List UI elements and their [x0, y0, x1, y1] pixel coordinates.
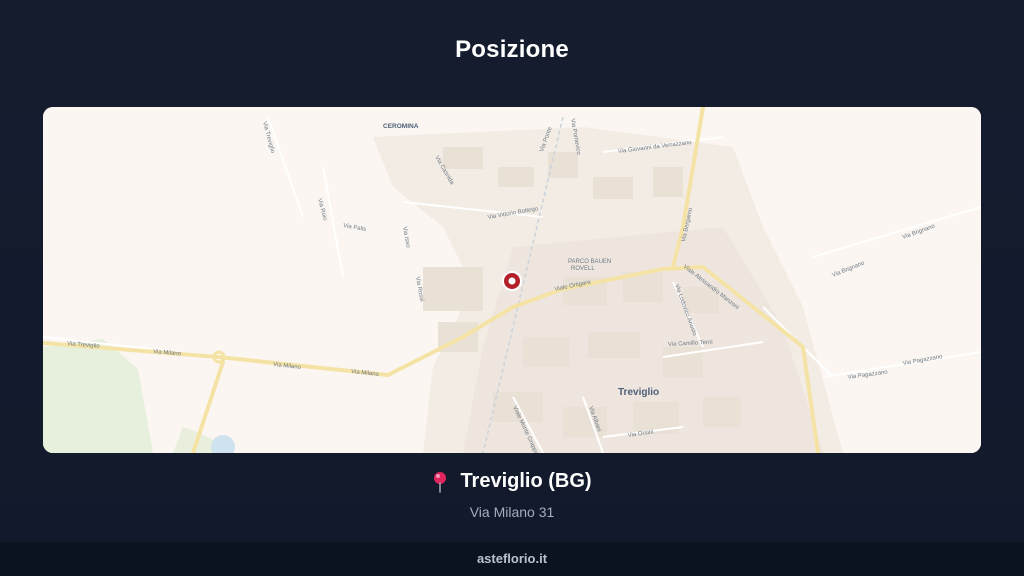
map-view[interactable]: CEROMINA Treviglio PARCO BAUEN ROVELL Vi…	[43, 107, 981, 453]
page-title: Posizione	[455, 36, 569, 63]
map-label-treviglio: Treviglio	[618, 387, 659, 398]
location-block: Treviglio (BG) Via Milano 31	[0, 470, 1024, 520]
map-marker-icon[interactable]	[502, 271, 522, 291]
map-label-ceromina: CEROMINA	[383, 123, 419, 130]
map-canvas[interactable]: CEROMINA Treviglio PARCO BAUEN ROVELL Vi…	[43, 107, 981, 453]
map-label-parco-2: ROVELL	[571, 266, 595, 272]
location-city: Treviglio (BG)	[460, 470, 592, 492]
location-address: Via Milano 31	[469, 503, 555, 520]
footer-bar: asteflorio.it	[0, 542, 1024, 576]
pushpin-icon	[432, 471, 448, 493]
map-label-parco: PARCO BAUEN	[568, 259, 611, 265]
footer-brand[interactable]: asteflorio.it	[477, 551, 547, 566]
